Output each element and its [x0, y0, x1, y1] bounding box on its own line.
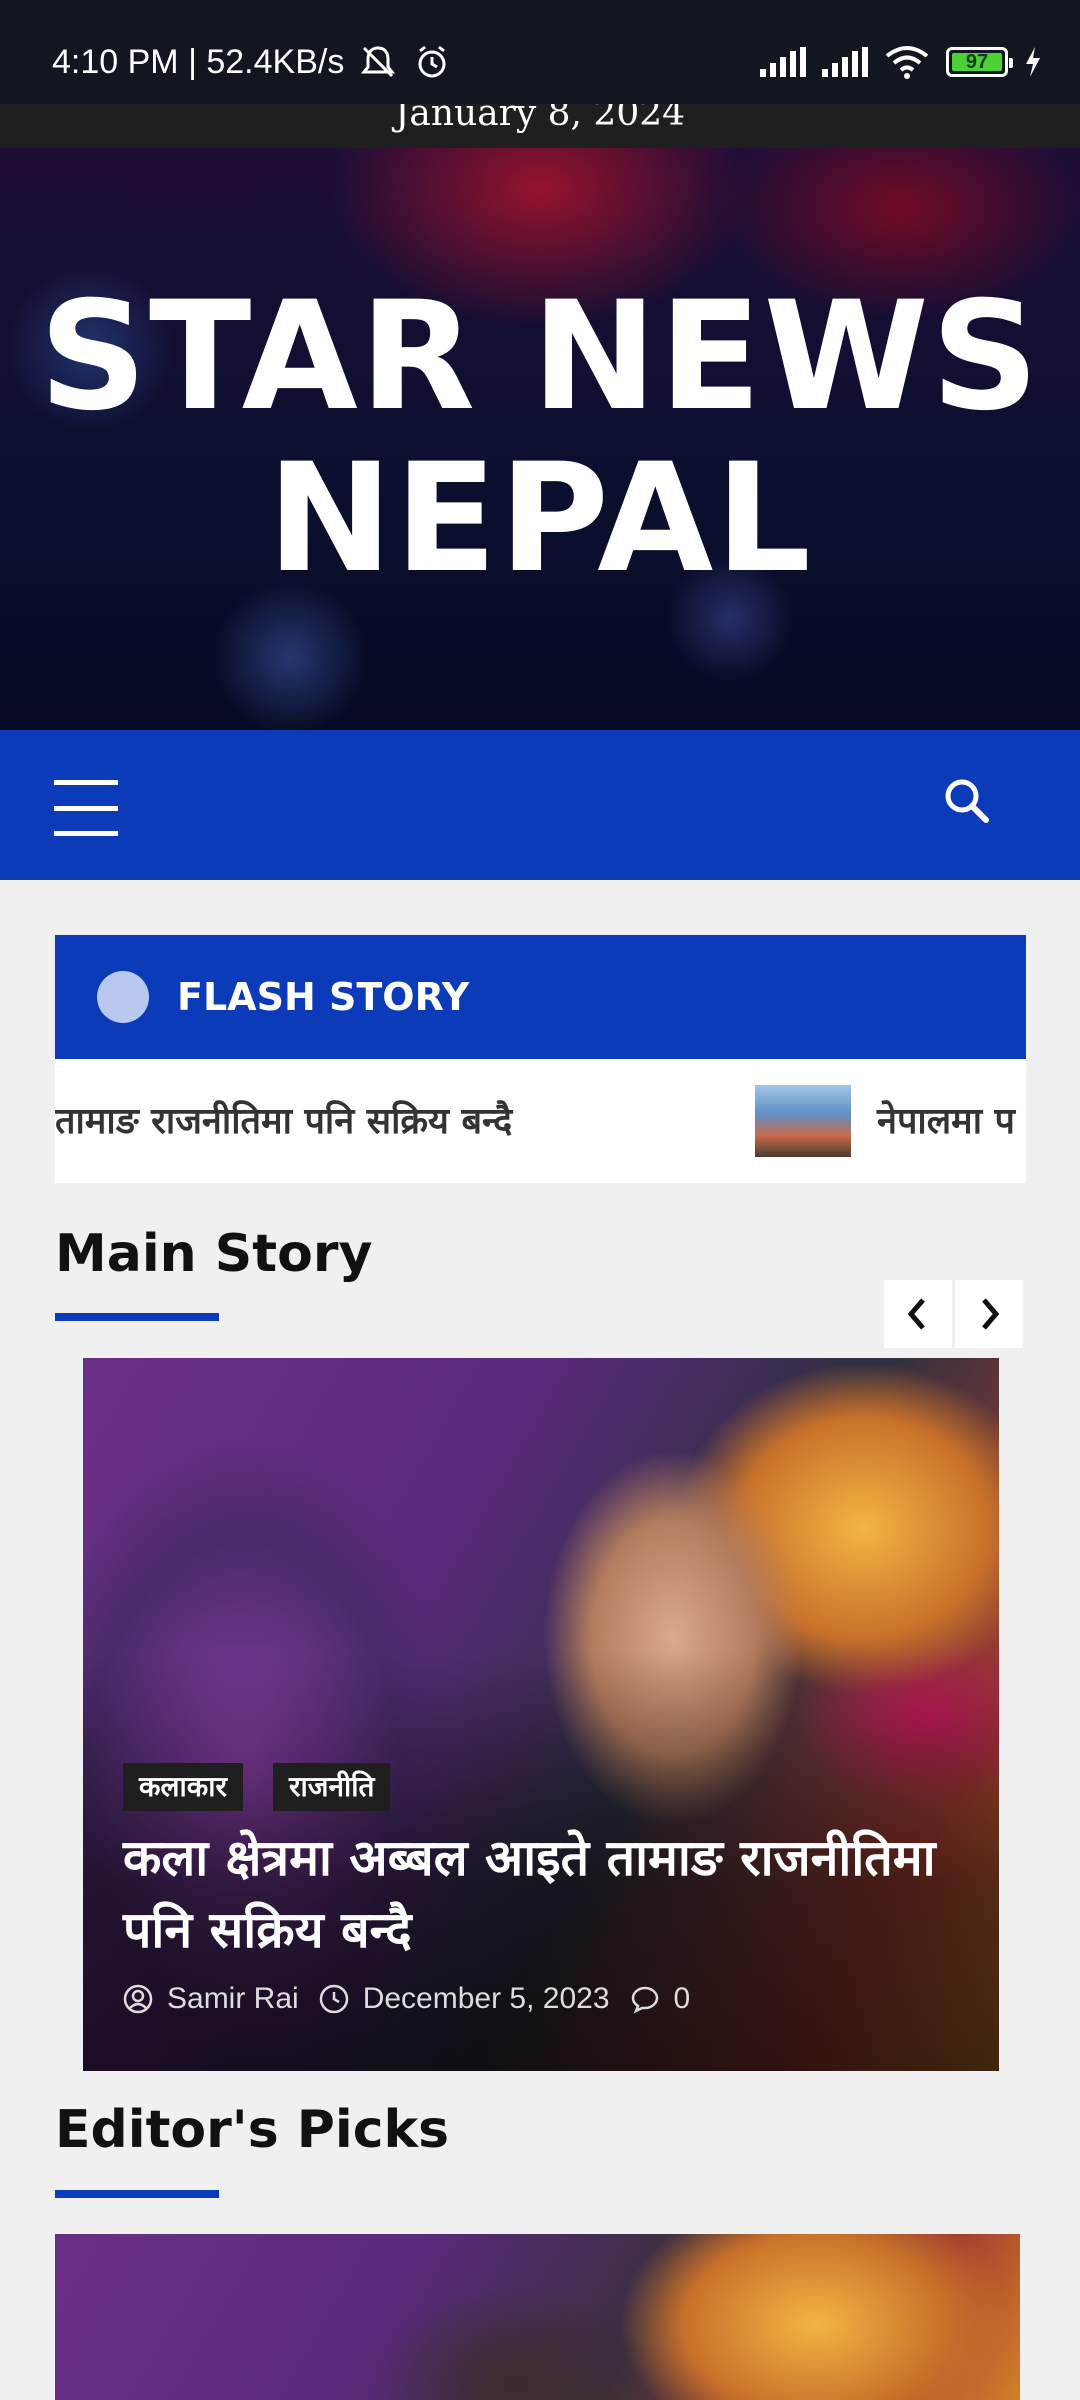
editors-picks-card[interactable]: [55, 2234, 1020, 2400]
main-story-underline: [55, 1313, 219, 1321]
site-title[interactable]: STAR NEWS NEPAL: [0, 276, 1080, 600]
carousel-prev-button[interactable]: [884, 1280, 952, 1348]
flash-story-ticker: तामाङ राजनीतिमा पनि सक्रिय बन्दै नेपालमा…: [55, 1059, 1026, 1183]
status-left: 4:10 PM | 52.4KB/s: [52, 42, 452, 82]
story-comment-count[interactable]: 0: [674, 1982, 691, 2016]
site-header-banner[interactable]: STAR NEWS NEPAL: [0, 148, 1080, 730]
charging-icon: [1026, 47, 1040, 77]
category-tag-politics[interactable]: राजनीति: [273, 1763, 391, 1811]
editors-picks-heading: Editor's Picks: [55, 2100, 450, 2160]
flash-pulse-icon: [97, 971, 149, 1023]
site-title-line1: STAR NEWS: [38, 270, 1041, 444]
main-story-headline[interactable]: कला क्षेत्रमा अब्बल आइते तामाङ राजनीतिमा…: [123, 1822, 943, 1966]
menu-button[interactable]: [54, 780, 118, 836]
mute-icon: [361, 46, 396, 78]
category-tag-artist[interactable]: कलाकार: [123, 1763, 243, 1811]
status-time-speed: 4:10 PM | 52.4KB/s: [52, 42, 345, 81]
user-icon: [123, 1984, 153, 2014]
battery-icon: 97: [946, 47, 1013, 77]
battery-level: 97: [965, 50, 989, 73]
status-bar: 4:10 PM | 52.4KB/s 97: [0, 0, 1080, 104]
story-date[interactable]: December 5, 2023: [363, 1982, 610, 2016]
current-date: January 8, 2024: [394, 104, 686, 134]
chevron-left-icon: [907, 1298, 925, 1330]
flash-story-label: FLASH STORY: [177, 975, 470, 1019]
editors-picks-underline: [55, 2190, 219, 2198]
chevron-right-icon: [982, 1298, 1000, 1330]
signal-icon-2: [822, 47, 868, 77]
status-right: 97: [760, 44, 1042, 80]
wifi-icon: [885, 46, 929, 79]
story-author[interactable]: Samir Rai: [167, 1982, 299, 2016]
flash-story-header: FLASH STORY: [55, 935, 1026, 1059]
comment-icon: [631, 1986, 658, 2014]
site-title-line2: NEPAL: [267, 432, 813, 606]
nav-bar: [0, 730, 1080, 880]
ticker-item-2[interactable]: नेपालमा प: [877, 1095, 1015, 1144]
clock-icon: [319, 1984, 348, 2014]
main-story-heading: Main Story: [55, 1224, 373, 1284]
signal-icon: [760, 47, 806, 77]
ticker-item-1[interactable]: तामाङ राजनीतिमा पनि सक्रिय बन्दै: [55, 1095, 512, 1144]
alarm-icon: [418, 45, 446, 78]
ticker-thumbnail[interactable]: [755, 1085, 851, 1157]
story-meta: Samir Rai December 5, 2023 0: [123, 1982, 690, 2016]
search-icon[interactable]: [942, 776, 992, 826]
carousel-next-button[interactable]: [955, 1280, 1023, 1348]
date-bar: January 8, 2024: [0, 104, 1080, 148]
